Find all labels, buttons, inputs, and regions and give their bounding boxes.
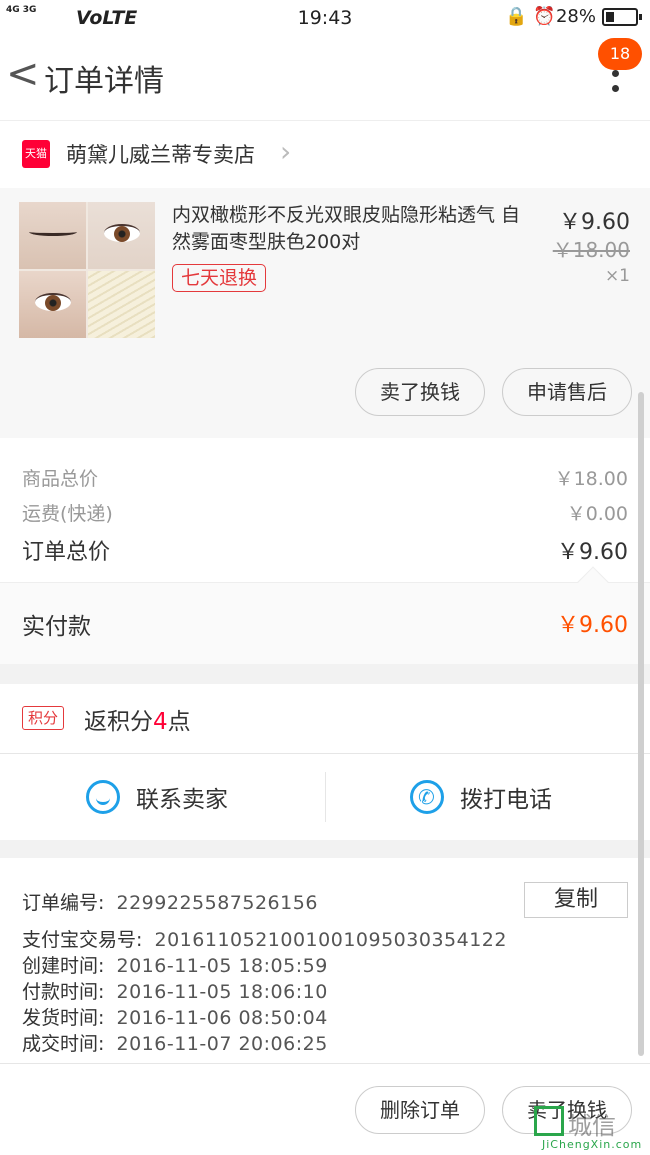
shipped-time-label: 发货时间:	[22, 1007, 105, 1029]
product-quantity: ×1	[604, 266, 630, 286]
chevron-right-icon: ›	[280, 135, 292, 168]
product-title[interactable]: 内双橄榄形不反光双眼皮贴隐形粘透气 自然雾面枣型肤色200对	[172, 202, 532, 256]
completed-time-row: 成交时间: 2016-11-07 20:06:25	[22, 1029, 328, 1056]
points-suffix: 点	[167, 709, 191, 735]
copy-button[interactable]: 复制	[524, 882, 628, 918]
shipping-label: 运费(快递)	[22, 503, 113, 525]
alipay-trade-row: 支付宝交易号: 2016110521001001095030354122	[22, 925, 507, 952]
price-summary: 商品总价 ￥18.00 运费(快递) ￥0.00 订单总价 ￥9.60	[0, 438, 650, 582]
return-policy-tag: 七天退换	[172, 264, 267, 292]
shipped-time-row: 发货时间: 2016-11-06 08:50:04	[22, 1003, 328, 1030]
top-nav-bar: < 订单详情 18	[0, 36, 650, 120]
watermark-logo-icon	[534, 1106, 564, 1136]
product-thumbnail[interactable]	[19, 202, 155, 338]
shipping-row: 运费(快递) ￥0.00	[22, 499, 628, 526]
shop-row[interactable]: 天猫 萌黛儿威兰蒂专卖店 ›	[0, 120, 650, 188]
contact-bar: 联系卖家 拨打电话	[0, 754, 650, 840]
back-arrow-icon[interactable]: <	[6, 54, 40, 94]
product-original-price: ￥18.00	[552, 238, 630, 262]
thumbnail-tape-strips	[88, 271, 155, 338]
paid-amount-row: 实付款 ￥9.60	[0, 566, 650, 664]
alarm-icon: 🔒 ⏰	[505, 6, 556, 27]
goods-total-row: 商品总价 ￥18.00	[22, 464, 628, 491]
goods-total-label: 商品总价	[22, 468, 99, 490]
shipped-time: 2016-11-06 08:50:04	[116, 1007, 328, 1029]
scrollbar[interactable]	[638, 392, 644, 1056]
battery-percent: 28%	[555, 6, 596, 27]
thumbnail-open-eye	[19, 271, 86, 338]
sell-for-cash-button[interactable]: 卖了换钱	[355, 368, 485, 416]
product-price: ￥9.60	[559, 210, 630, 235]
points-text: 返积分4点	[84, 702, 191, 736]
shop-name[interactable]: 萌黛儿威兰蒂专卖店	[66, 139, 255, 169]
thumbnail-model-face	[88, 202, 155, 269]
phone-icon	[410, 780, 444, 814]
divider	[325, 772, 326, 822]
points-row: 积分 返积分4点	[0, 684, 650, 754]
paid-value: ￥9.60	[557, 613, 628, 638]
battery-icon	[602, 7, 642, 26]
order-info: 订单编号: 2299225587526156 复制 支付宝交易号: 201611…	[0, 858, 650, 1063]
watermark-en: JiChengXin.com	[542, 1138, 643, 1151]
more-menu-icon[interactable]	[612, 70, 620, 100]
alipay-trade-label: 支付宝交易号:	[22, 929, 143, 951]
tmall-logo-icon: 天猫	[22, 140, 50, 168]
payment-time: 2016-11-05 18:06:10	[116, 981, 328, 1003]
shipping-value: ￥0.00	[566, 503, 628, 525]
status-bar: 4G 3G VoLTE 19:43 🔒 ⏰ 28%	[0, 0, 650, 36]
order-total-row: 订单总价 ￥9.60	[22, 534, 628, 566]
payment-time-row: 付款时间: 2016-11-05 18:06:10	[22, 977, 328, 1004]
payment-time-label: 付款时间:	[22, 981, 105, 1003]
order-number-row: 订单编号: 2299225587526156	[22, 888, 318, 915]
points-prefix: 返积分	[84, 709, 153, 735]
message-count-badge: 18	[598, 38, 642, 70]
order-total-value: ￥9.60	[557, 540, 628, 565]
call-phone-label: 拨打电话	[460, 787, 552, 813]
points-badge: 积分	[22, 706, 64, 730]
battery-indicator: 28%	[555, 6, 642, 27]
site-watermark: 城信 JiChengXin.com	[532, 1104, 648, 1154]
completed-time-label: 成交时间:	[22, 1033, 105, 1055]
created-time-row: 创建时间: 2016-11-05 18:05:59	[22, 951, 328, 978]
thumbnail-closed-eye	[19, 202, 86, 269]
contact-seller-label: 联系卖家	[136, 787, 228, 813]
order-number-label: 订单编号:	[22, 892, 105, 914]
created-time: 2016-11-05 18:05:59	[116, 955, 328, 977]
created-time-label: 创建时间:	[22, 955, 105, 977]
paid-label: 实付款	[22, 614, 91, 640]
delete-order-button[interactable]: 删除订单	[355, 1086, 485, 1134]
order-number[interactable]: 2299225587526156	[117, 892, 318, 914]
order-total-label: 订单总价	[22, 540, 111, 565]
contact-seller-button[interactable]: 联系卖家	[86, 754, 228, 840]
alipay-trade-number: 2016110521001001095030354122	[154, 929, 507, 951]
completed-time: 2016-11-07 20:06:25	[116, 1033, 328, 1055]
product-card[interactable]: 内双橄榄形不反光双眼皮贴隐形粘透气 自然雾面枣型肤色200对 七天退换 ￥9.6…	[0, 188, 650, 438]
goods-total-value: ￥18.00	[554, 468, 628, 490]
after-sales-button[interactable]: 申请售后	[502, 368, 632, 416]
page-title: 订单详情	[44, 64, 164, 99]
chat-smile-icon	[86, 780, 120, 814]
call-phone-button[interactable]: 拨打电话	[410, 754, 552, 840]
watermark-cn: 城信	[568, 1112, 616, 1140]
points-number: 4	[153, 709, 168, 735]
